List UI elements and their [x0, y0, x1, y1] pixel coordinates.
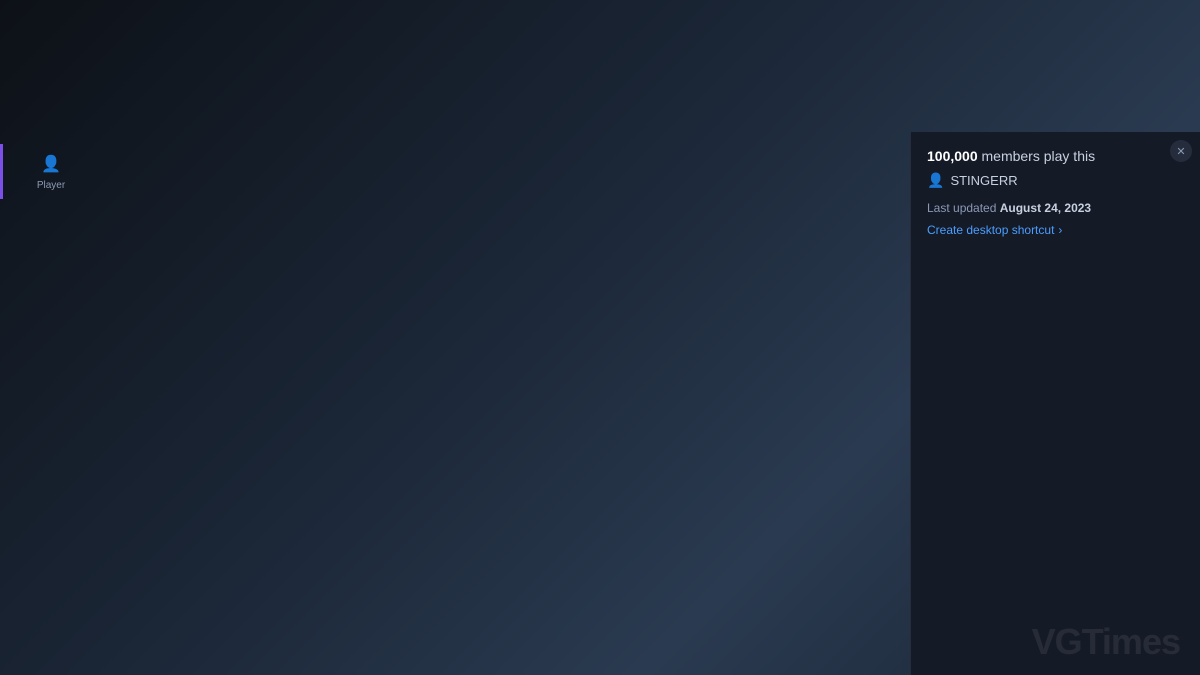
updated-text: Last updated August 24, 2023	[927, 201, 1184, 215]
right-panel: ✕ 100,000 members play this 👤 STINGERR L…	[910, 132, 1200, 675]
author-name: STINGERR	[950, 173, 1017, 188]
sidebar-item-player[interactable]: 👤 Player	[0, 144, 99, 199]
shortcut-link[interactable]: Create desktop shortcut ›	[927, 223, 1184, 237]
shortcut-arrow: ›	[1058, 223, 1062, 237]
updated-prefix: Last updated	[927, 201, 1000, 215]
info-panel: 100,000 members play this 👤 STINGERR Las…	[911, 132, 1200, 253]
members-text: members play this	[982, 148, 1096, 164]
author-row: 👤 STINGERR	[927, 172, 1184, 189]
shortcut-label: Create desktop shortcut	[927, 223, 1054, 237]
updated-date: August 24, 2023	[1000, 201, 1091, 215]
members-count: 100,000 members play this	[927, 148, 1184, 164]
author-icon: 👤	[927, 172, 944, 189]
members-number: 100,000	[927, 148, 978, 164]
close-panel-btn[interactable]: ✕	[1170, 140, 1192, 162]
sidebar-player-label: Player	[37, 180, 65, 191]
player-icon: 👤	[39, 152, 63, 176]
